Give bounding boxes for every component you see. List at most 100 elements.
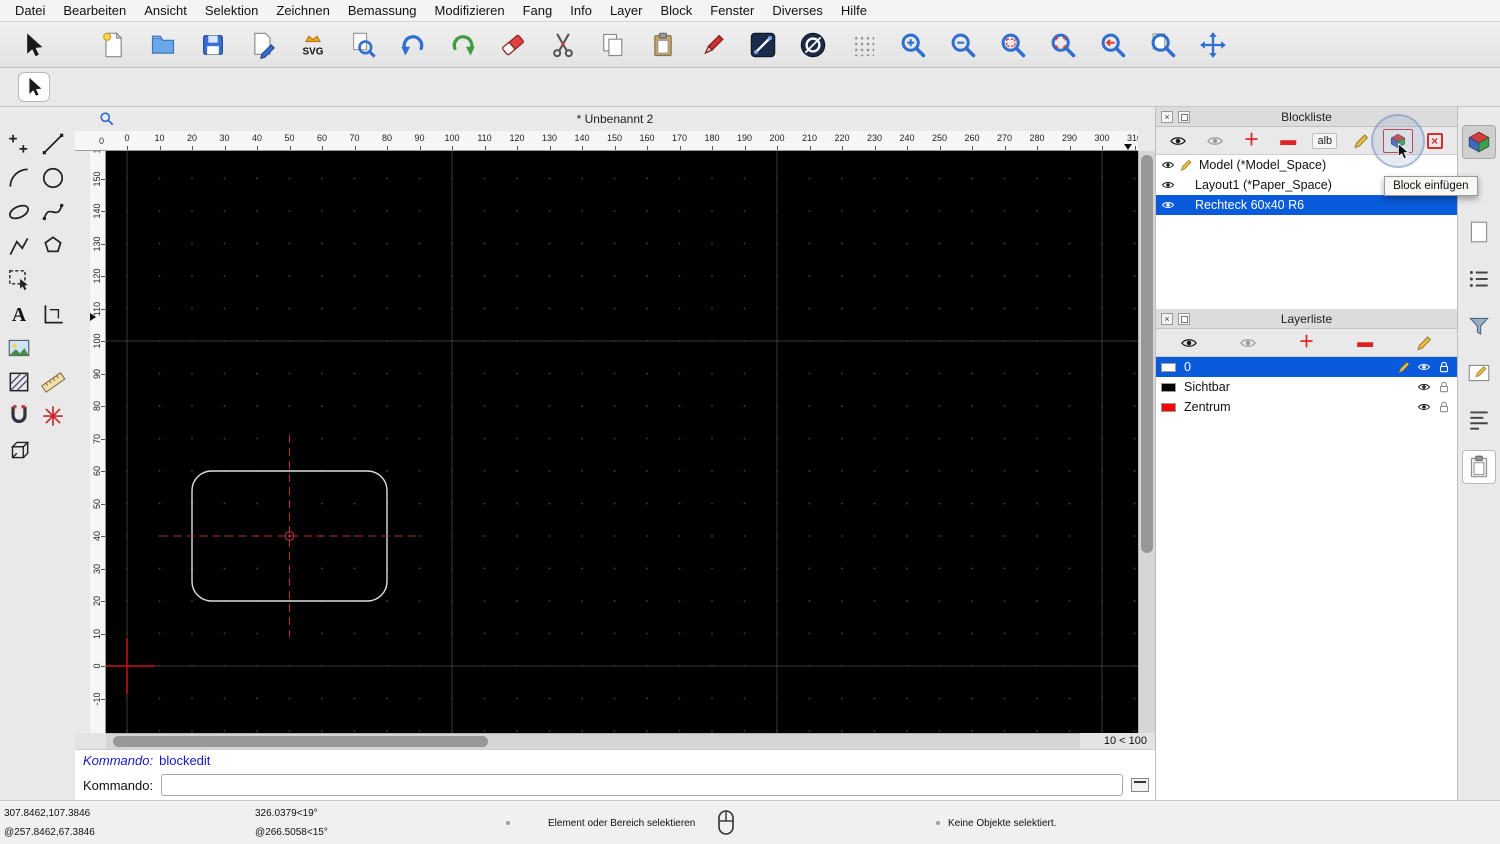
horizontal-scrollbar-thumb[interactable] [113, 736, 488, 747]
separator-dot [936, 821, 940, 825]
image-tool-button[interactable] [2, 331, 36, 365]
horizontal-scrollbar[interactable] [106, 733, 1080, 749]
layer-show-all-button[interactable] [1174, 331, 1204, 355]
block-remove-button[interactable]: ▬ [1273, 129, 1303, 153]
text-tool-button[interactable]: A [2, 297, 36, 331]
menu-item[interactable]: Fenster [701, 3, 763, 18]
arc-tool-button[interactable] [2, 161, 36, 195]
menu-item[interactable]: Layer [601, 3, 652, 18]
undo-button[interactable] [398, 29, 428, 61]
layer-list-item[interactable]: 0 [1156, 357, 1457, 377]
zoom-out-button[interactable] [948, 29, 978, 61]
properties-widget-toggle[interactable] [1462, 356, 1496, 390]
drawing-canvas[interactable] [106, 151, 1138, 733]
eye-icon [1417, 400, 1431, 414]
block-edit-button[interactable] [1346, 129, 1376, 153]
spline-tool-button[interactable] [36, 195, 70, 229]
library-widget-toggle[interactable] [1462, 215, 1496, 249]
vertical-scrollbar-thumb[interactable] [1141, 155, 1153, 553]
menu-item[interactable]: Info [561, 3, 601, 18]
block-add-button[interactable]: ＋ [1237, 129, 1267, 153]
block-show-all-button[interactable] [1163, 129, 1193, 153]
vertical-scrollbar[interactable] [1138, 151, 1155, 733]
zoom-window-button[interactable] [998, 29, 1028, 61]
list-widget-toggle[interactable] [1462, 262, 1496, 296]
menu-item[interactable]: Zeichnen [267, 3, 338, 18]
order-tool-button[interactable] [36, 297, 70, 331]
zoom-auto-icon [1049, 31, 1077, 59]
menu-item[interactable]: Fang [514, 3, 562, 18]
svg-export-button[interactable]: SVG [298, 29, 328, 61]
layer-panel-float-button[interactable] [1178, 313, 1190, 325]
polygon-tool-button[interactable] [36, 229, 70, 263]
line-attributes-button[interactable] [748, 29, 778, 61]
line-tool-button[interactable] [36, 127, 70, 161]
circle-tool-button[interactable] [36, 161, 70, 195]
menubar: DateiBearbeitenAnsichtSelektionZeichnenB… [0, 0, 1500, 22]
block-widget-toggle[interactable] [1462, 125, 1496, 159]
block-list-item[interactable]: Model (*Model_Space) [1156, 155, 1457, 175]
zoom-previous-button[interactable] [1098, 29, 1128, 61]
command-widget-toggle[interactable] [1462, 403, 1496, 437]
block-hide-all-button[interactable] [1200, 129, 1230, 153]
eye-icon [1161, 178, 1175, 192]
menu-item[interactable]: Ansicht [135, 3, 196, 18]
layer-edit-button[interactable] [1409, 331, 1439, 355]
block-tool-button[interactable] [2, 433, 36, 467]
modify-tool-button[interactable] [2, 399, 36, 433]
copy-button[interactable] [598, 29, 628, 61]
command-input[interactable] [161, 774, 1123, 796]
select-tool-button[interactable] [18, 29, 48, 61]
block-delete-button[interactable]: × [1420, 129, 1450, 153]
block-rename-button[interactable]: alb [1310, 129, 1340, 153]
layer-list-item[interactable]: Sichtbar [1156, 377, 1457, 397]
menu-item[interactable]: Hilfe [832, 3, 876, 18]
hatch-tool-button[interactable] [2, 365, 36, 399]
new-document-button[interactable] [98, 29, 128, 61]
layer-remove-button[interactable]: ▬ [1350, 331, 1380, 355]
menu-item[interactable]: Modifizieren [426, 3, 514, 18]
plus-icon: ＋ [1298, 335, 1314, 351]
layer-list-item[interactable]: Zentrum [1156, 397, 1457, 417]
open-file-button[interactable] [148, 29, 178, 61]
zoom-auto-button[interactable] [1048, 29, 1078, 61]
block-insert-button[interactable]: Block einfügen [1383, 129, 1413, 153]
info-tool-button[interactable] [36, 399, 70, 433]
print-preview-button[interactable] [348, 29, 378, 61]
save-as-button[interactable] [248, 29, 278, 61]
block-list-item[interactable]: Rechteck 60x40 R6 [1156, 195, 1457, 215]
paste-button[interactable] [648, 29, 678, 61]
cut-button[interactable] [548, 29, 578, 61]
current-action-button[interactable] [18, 72, 50, 102]
selection-tool-button[interactable] [2, 263, 36, 297]
menu-item[interactable]: Diverses [763, 3, 832, 18]
menu-item[interactable]: Datei [6, 3, 54, 18]
redo-button[interactable] [448, 29, 478, 61]
command-dock-button[interactable] [1131, 778, 1149, 792]
points-tool-button[interactable] [2, 127, 36, 161]
filter-widget-toggle[interactable] [1462, 309, 1496, 343]
layer-add-button[interactable]: ＋ [1291, 331, 1321, 355]
measure-tool-button[interactable] [36, 365, 70, 399]
zoom-in-button[interactable] [898, 29, 928, 61]
zoom-page-button[interactable] [1148, 29, 1178, 61]
line-attributes-icon [749, 31, 777, 59]
menu-item[interactable]: Block [651, 3, 701, 18]
polyline-tool-button[interactable] [2, 229, 36, 263]
circle-attributes-button[interactable] [798, 29, 828, 61]
clipboard-widget-toggle[interactable] [1462, 450, 1496, 484]
save-button[interactable] [198, 29, 228, 61]
pan-button[interactable] [1198, 29, 1228, 61]
pen-button[interactable] [698, 29, 728, 61]
ruler-corner: 0 [75, 131, 106, 151]
menu-item[interactable]: Bemassung [339, 3, 426, 18]
layer-hide-all-button[interactable] [1233, 331, 1263, 355]
block-panel-float-button[interactable] [1178, 111, 1190, 123]
block-panel-close-button[interactable]: × [1161, 111, 1173, 123]
menu-item[interactable]: Selektion [196, 3, 267, 18]
eraser-button[interactable] [498, 29, 528, 61]
ellipse-tool-button[interactable] [2, 195, 36, 229]
menu-item[interactable]: Bearbeiten [54, 3, 135, 18]
grid-toggle-button[interactable] [848, 29, 878, 61]
layer-panel-close-button[interactable]: × [1161, 313, 1173, 325]
